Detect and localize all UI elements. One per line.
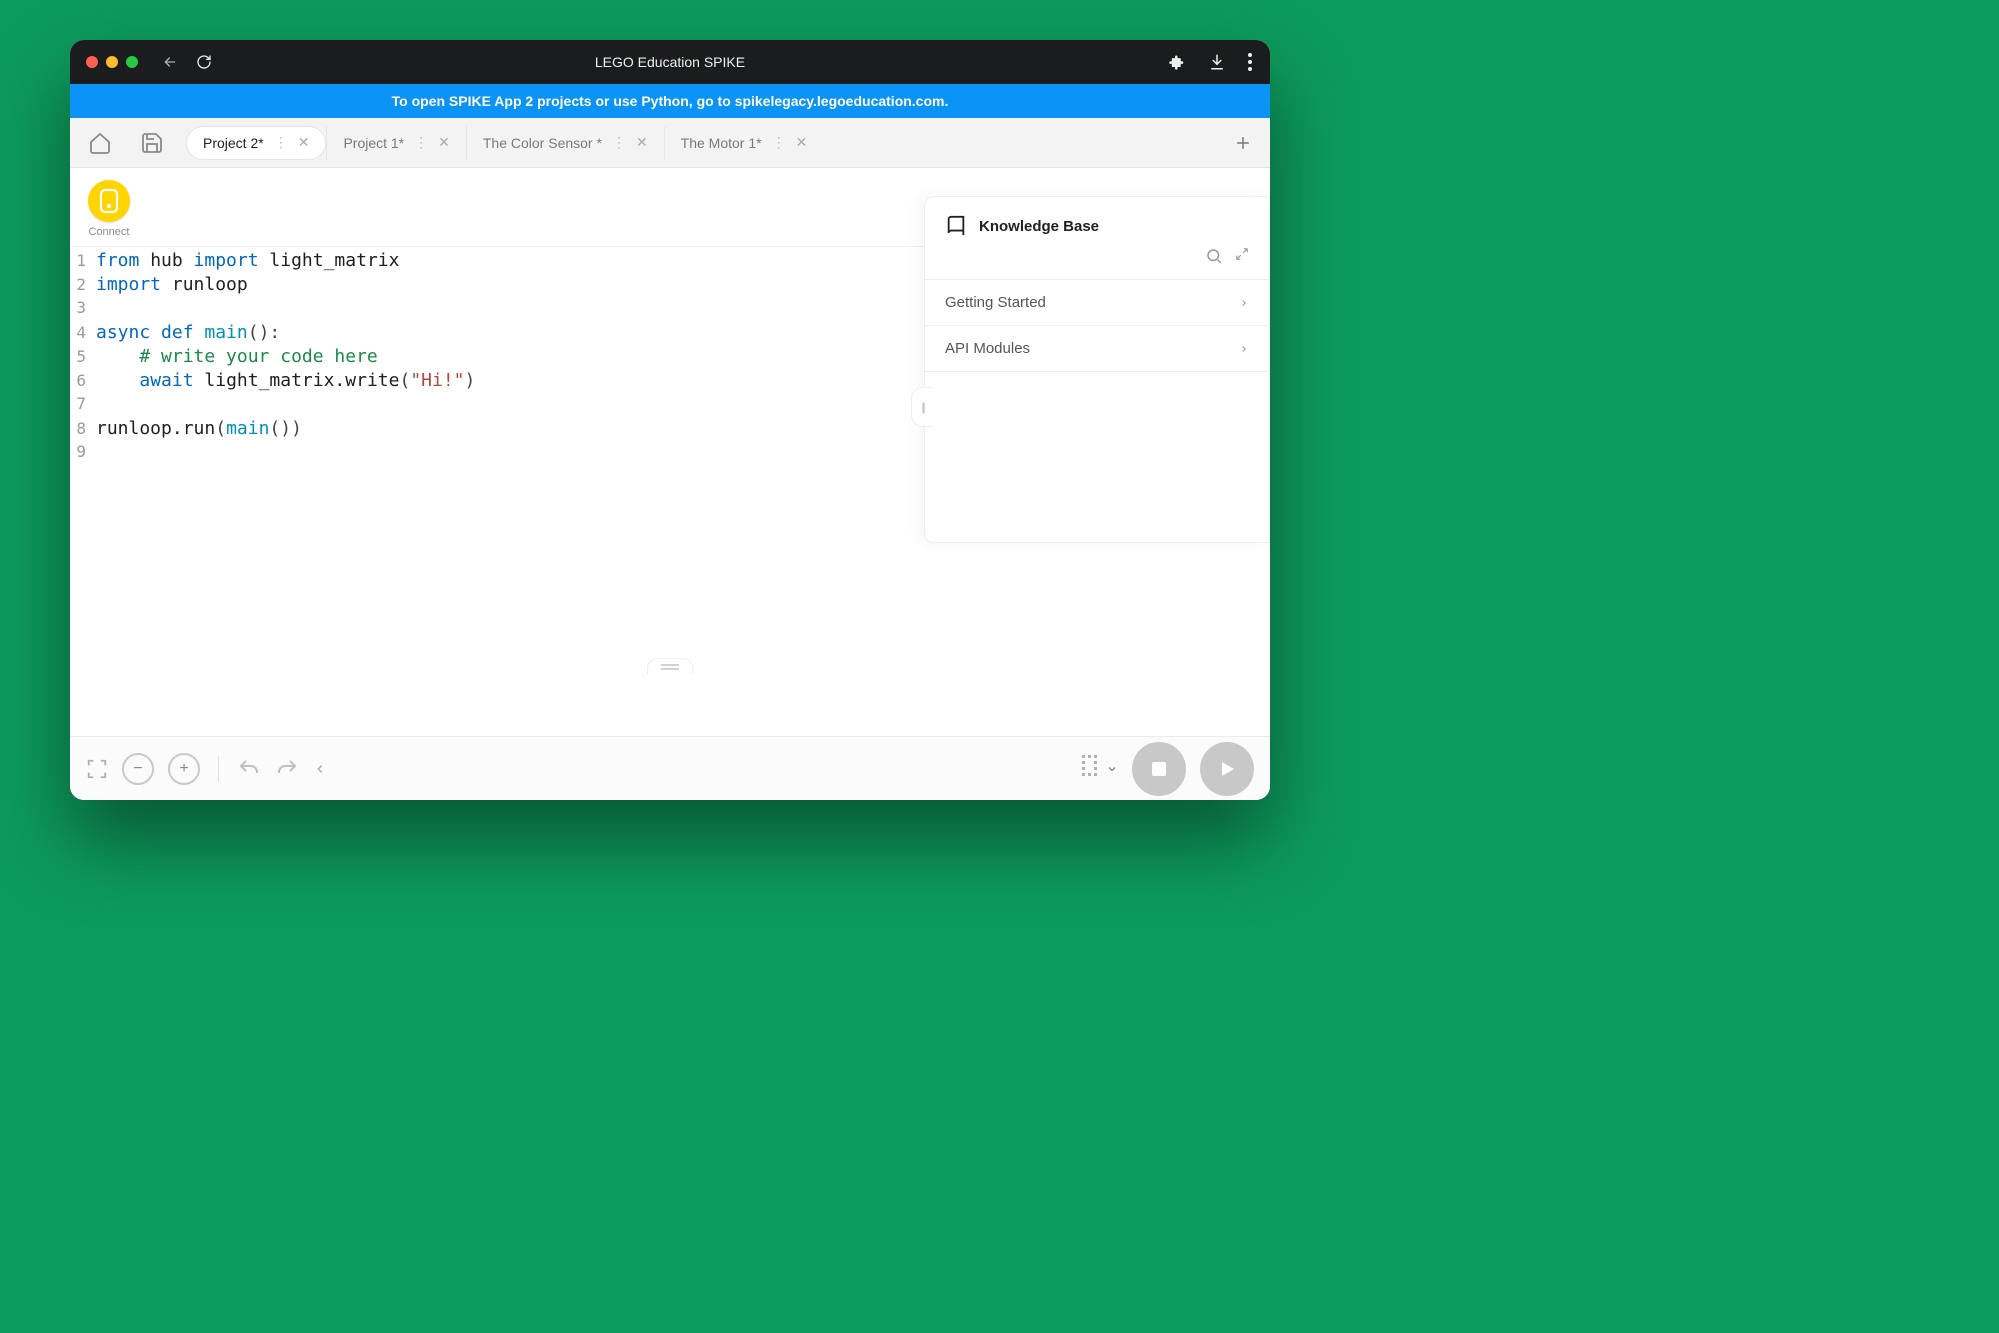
line-number: 1: [70, 251, 96, 270]
line-number: 4: [70, 323, 96, 342]
kb-item-0[interactable]: Getting Started: [925, 279, 1269, 325]
window-title: LEGO Education SPIKE: [70, 54, 1270, 70]
slot-selector[interactable]: [1082, 755, 1118, 783]
tab-label: Project 1*: [343, 135, 404, 151]
kb-item-label: Getting Started: [945, 294, 1046, 311]
tab-1[interactable]: Project 1* ⋮ ✕: [326, 126, 465, 160]
chevron-right-icon: [1239, 296, 1249, 310]
line-number: 2: [70, 275, 96, 294]
code-src[interactable]: # write your code here: [96, 346, 378, 367]
tab-2[interactable]: The Color Sensor * ⋮ ✕: [466, 126, 664, 160]
line-number: 5: [70, 347, 96, 366]
kb-title: Knowledge Base: [979, 218, 1099, 235]
bottom-toolbar: − +: [70, 736, 1270, 800]
line-number: 9: [70, 442, 96, 461]
line-number: 7: [70, 394, 96, 413]
tab-3[interactable]: The Motor 1* ⋮ ✕: [664, 126, 824, 160]
stop-button[interactable]: [1132, 742, 1186, 796]
connect-label: Connect: [88, 226, 130, 238]
chevron-right-icon: [1239, 342, 1249, 356]
panel-collapse-handle[interactable]: ||: [911, 387, 933, 427]
home-icon[interactable]: [88, 131, 112, 155]
tab-menu-icon[interactable]: ⋮: [274, 134, 288, 151]
titlebar: LEGO Education SPIKE: [70, 40, 1270, 84]
redo-icon[interactable]: [275, 757, 299, 781]
book-icon: [945, 215, 967, 237]
tabs: Project 2*⋮✕Project 1*⋮✕The Color Sensor…: [182, 126, 1226, 160]
close-tab-icon[interactable]: ✕: [796, 134, 808, 151]
code-src[interactable]: await light_matrix.write("Hi!"): [96, 370, 475, 391]
close-tab-icon[interactable]: ✕: [298, 134, 310, 151]
tab-0[interactable]: Project 2* ⋮ ✕: [186, 126, 326, 160]
line-number: 8: [70, 419, 96, 438]
hub-icon: [88, 180, 130, 222]
code-src[interactable]: from hub import light_matrix: [96, 250, 399, 271]
window-controls: [70, 56, 138, 68]
line-number: 3: [70, 298, 96, 317]
undo-icon[interactable]: [237, 757, 261, 781]
menu-icon[interactable]: [1248, 53, 1252, 71]
fullscreen-icon[interactable]: [86, 758, 108, 780]
code-src[interactable]: import runloop: [96, 274, 248, 295]
zoom-in-button[interactable]: +: [168, 753, 200, 785]
search-icon[interactable]: [1205, 247, 1223, 265]
code-src[interactable]: async def main():: [96, 322, 280, 343]
close-window-button[interactable]: [86, 56, 98, 68]
save-icon[interactable]: [140, 131, 164, 155]
tab-label: The Color Sensor *: [483, 135, 602, 151]
expand-icon[interactable]: [1235, 247, 1249, 265]
play-button[interactable]: [1200, 742, 1254, 796]
tabbar: Project 2*⋮✕Project 1*⋮✕The Color Sensor…: [70, 118, 1270, 168]
knowledge-base-panel: || Knowledge Base Getting StartedAPI Mod…: [924, 196, 1270, 543]
tab-menu-icon[interactable]: ⋮: [772, 134, 786, 151]
step-back-icon[interactable]: [313, 762, 327, 776]
app-window: LEGO Education SPIKE To open SPIKE App 2…: [70, 40, 1270, 800]
tab-label: The Motor 1*: [681, 135, 762, 151]
close-tab-icon[interactable]: ✕: [636, 134, 648, 151]
code-src[interactable]: runloop.run(main()): [96, 418, 302, 439]
connect-hub[interactable]: Connect: [88, 180, 130, 238]
maximize-window-button[interactable]: [126, 56, 138, 68]
extension-icon[interactable]: [1168, 53, 1186, 71]
kb-item-1[interactable]: API Modules: [925, 325, 1269, 372]
workspace: Connect 1from hub import light_matrix2im…: [70, 168, 1270, 736]
zoom-out-button[interactable]: −: [122, 753, 154, 785]
kb-item-label: API Modules: [945, 340, 1030, 357]
minimize-window-button[interactable]: [106, 56, 118, 68]
tab-menu-icon[interactable]: ⋮: [414, 134, 428, 151]
reload-icon[interactable]: [196, 54, 212, 70]
download-icon[interactable]: [1208, 53, 1226, 71]
tab-label: Project 2*: [203, 135, 264, 151]
console-drag-handle[interactable]: [647, 658, 693, 674]
back-icon[interactable]: [162, 54, 178, 70]
line-number: 6: [70, 371, 96, 390]
tab-menu-icon[interactable]: ⋮: [612, 134, 626, 151]
close-tab-icon[interactable]: ✕: [438, 134, 450, 151]
add-tab-button[interactable]: [1226, 126, 1260, 160]
info-banner: To open SPIKE App 2 projects or use Pyth…: [70, 84, 1270, 118]
